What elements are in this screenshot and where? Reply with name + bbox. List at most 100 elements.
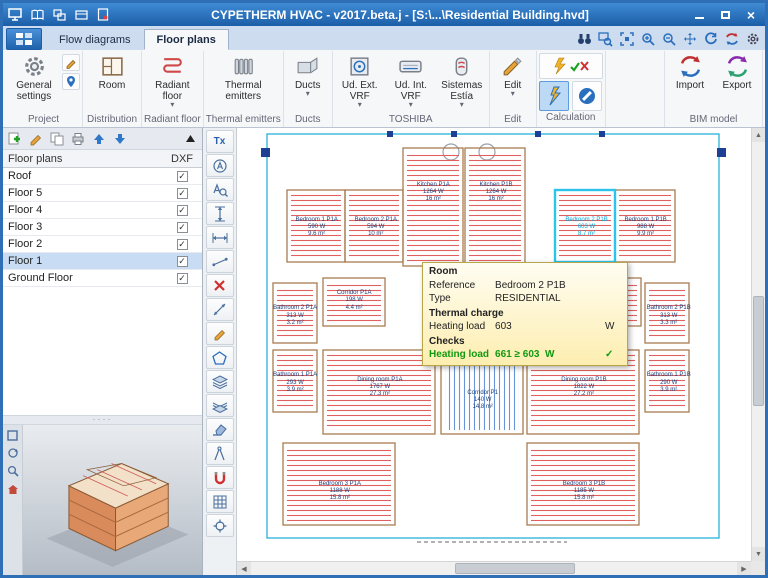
table-row-selected[interactable]: Floor 1 ✓ bbox=[3, 253, 202, 270]
horizontal-scrollbar[interactable]: ◀ ▶ bbox=[237, 561, 751, 575]
sketch-pencil-button[interactable] bbox=[206, 322, 234, 345]
cancel-calculation-button[interactable] bbox=[572, 81, 602, 111]
edit-dimension-button[interactable] bbox=[206, 250, 234, 273]
bim-sync-button[interactable] bbox=[721, 29, 742, 49]
edit-floor-button[interactable] bbox=[27, 130, 45, 148]
hscroll-thumb[interactable] bbox=[455, 563, 575, 574]
minimize-button[interactable] bbox=[687, 5, 711, 24]
layers-down-button[interactable] bbox=[206, 394, 234, 417]
titlebar: CYPETHERM HVAC - v2017.beta.j - [S:\...\… bbox=[3, 3, 765, 26]
sistemas-estia-button[interactable]: Sistemas Estía ▾ bbox=[437, 51, 487, 109]
preview-3d-view[interactable] bbox=[23, 425, 202, 575]
table-row[interactable]: Floor 4 ✓ bbox=[3, 202, 202, 219]
dxf-checkbox[interactable]: ✓ bbox=[177, 188, 188, 199]
horizontal-dimension-button[interactable] bbox=[206, 226, 234, 249]
scroll-down-button[interactable]: ▼ bbox=[752, 547, 766, 561]
calculate-button[interactable] bbox=[539, 81, 569, 111]
library-icon[interactable] bbox=[27, 5, 47, 24]
delete-button[interactable] bbox=[206, 274, 234, 297]
drawing-canvas[interactable]: Bedroom 1 P1A 590 W 9.6 m²Bedroom 2 P1A … bbox=[237, 128, 751, 561]
table-row[interactable]: Floor 2 ✓ bbox=[3, 236, 202, 253]
dxf-checkbox[interactable]: ✓ bbox=[177, 273, 188, 284]
annotation-center-button[interactable] bbox=[206, 154, 234, 177]
dxf-checkbox[interactable]: ✓ bbox=[177, 256, 188, 267]
export-button[interactable]: Export bbox=[714, 51, 760, 92]
vscroll-track[interactable] bbox=[752, 142, 765, 547]
report-icon[interactable] bbox=[93, 5, 113, 24]
preview-window-button[interactable] bbox=[5, 427, 21, 443]
update-results-button[interactable] bbox=[539, 53, 603, 79]
ducts-button[interactable]: Ducts ▾ bbox=[286, 51, 330, 98]
divider-button[interactable] bbox=[206, 442, 234, 465]
find-text-button[interactable] bbox=[206, 178, 234, 201]
import-button[interactable]: Import bbox=[667, 51, 713, 92]
vertical-dimension-button[interactable] bbox=[206, 202, 234, 225]
eraser-button[interactable] bbox=[206, 418, 234, 441]
preview-rotate-button[interactable] bbox=[5, 445, 21, 461]
table-row[interactable]: Ground Floor ✓ bbox=[3, 270, 202, 287]
zoom-extents-button[interactable] bbox=[616, 29, 637, 49]
collapse-panel-button[interactable] bbox=[181, 130, 199, 148]
table-row[interactable]: Floor 3 ✓ bbox=[3, 219, 202, 236]
dxf-checkbox[interactable]: ✓ bbox=[177, 222, 188, 233]
room-button[interactable]: Room bbox=[85, 51, 139, 92]
move-down-button[interactable] bbox=[111, 130, 129, 148]
ud-int-vrf-button[interactable]: Ud. Int. VRF ▾ bbox=[386, 51, 436, 109]
tools-icon[interactable] bbox=[71, 5, 91, 24]
preview-home-button[interactable] bbox=[5, 481, 21, 497]
table-row[interactable]: Floor 5 ✓ bbox=[3, 185, 202, 202]
snap-magnet-button[interactable] bbox=[206, 466, 234, 489]
vertical-scrollbar[interactable]: ▲ ▼ bbox=[751, 128, 765, 561]
panel-splitter[interactable]: ···· bbox=[3, 416, 202, 425]
tab-floor-plans[interactable]: Floor plans bbox=[144, 29, 229, 50]
thermal-emitters-button[interactable]: Thermal emitters bbox=[213, 51, 273, 103]
pan-button[interactable] bbox=[679, 29, 700, 49]
find-button[interactable] bbox=[574, 29, 595, 49]
diagonal-dimension-button[interactable] bbox=[206, 298, 234, 321]
print-floor-button[interactable] bbox=[69, 130, 87, 148]
layers-up-button[interactable] bbox=[206, 370, 234, 393]
zoom-out-button[interactable] bbox=[658, 29, 679, 49]
text-style-button[interactable]: Tx bbox=[206, 130, 234, 153]
ortho-grid-button[interactable] bbox=[206, 490, 234, 513]
hscroll-track[interactable] bbox=[251, 562, 737, 575]
add-floor-button[interactable] bbox=[6, 130, 24, 148]
dxf-checkbox[interactable]: ✓ bbox=[177, 239, 188, 250]
edit-button[interactable]: Edit ▾ bbox=[492, 51, 534, 98]
tooltip-reference-row: Reference Bedroom 2 P1B bbox=[423, 279, 627, 292]
dxf-checkbox[interactable]: ✓ bbox=[177, 205, 188, 216]
general-settings-button[interactable]: General settings bbox=[7, 51, 61, 103]
tab-flow-diagrams[interactable]: Flow diagrams bbox=[46, 29, 144, 50]
close-button[interactable]: × bbox=[739, 5, 763, 24]
vscroll-thumb[interactable] bbox=[753, 296, 764, 406]
polygon-button[interactable] bbox=[206, 346, 234, 369]
georeference-button[interactable] bbox=[62, 73, 80, 90]
table-row[interactable]: Roof ✓ bbox=[3, 168, 202, 185]
scroll-right-button[interactable]: ▶ bbox=[737, 562, 751, 576]
copy-floor-button[interactable] bbox=[48, 130, 66, 148]
windows-icon[interactable] bbox=[49, 5, 69, 24]
zoom-in-button[interactable] bbox=[637, 29, 658, 49]
snap-point-button[interactable] bbox=[206, 514, 234, 537]
button-label: Room bbox=[99, 80, 126, 91]
heat-pump-tank-icon bbox=[449, 54, 474, 79]
options-button[interactable] bbox=[742, 29, 763, 49]
orbit-icon bbox=[7, 447, 19, 459]
move-up-button[interactable] bbox=[90, 130, 108, 148]
red-x-icon bbox=[213, 279, 226, 292]
column-floor-plans: Floor plans bbox=[8, 153, 167, 165]
scroll-up-button[interactable]: ▲ bbox=[752, 128, 766, 142]
edit-plan-button[interactable] bbox=[62, 54, 80, 71]
redraw-button[interactable] bbox=[700, 29, 721, 49]
app-window: CYPETHERM HVAC - v2017.beta.j - [S:\...\… bbox=[0, 0, 768, 578]
floor-name: Floor 4 bbox=[8, 204, 167, 216]
radiant-floor-button[interactable]: Radiant floor ▾ bbox=[145, 51, 199, 109]
maximize-button[interactable] bbox=[713, 5, 737, 24]
dxf-checkbox[interactable]: ✓ bbox=[177, 171, 188, 182]
app-icon[interactable] bbox=[5, 5, 25, 24]
zoom-window-button[interactable] bbox=[595, 29, 616, 49]
ud-ext-vrf-button[interactable]: Ud. Ext. VRF ▾ bbox=[335, 51, 385, 109]
preview-zoom-button[interactable] bbox=[5, 463, 21, 479]
app-menu-button[interactable] bbox=[6, 28, 42, 50]
scroll-left-button[interactable]: ◀ bbox=[237, 562, 251, 576]
